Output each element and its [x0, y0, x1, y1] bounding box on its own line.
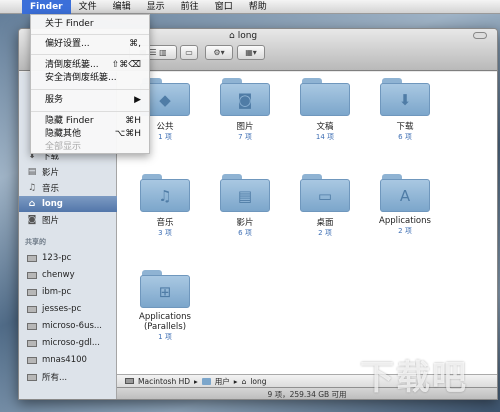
menu-item-preferences[interactable]: 偏好设置... ⌘, — [31, 38, 149, 51]
folder-item[interactable]: ◙ 图片 7 项 — [205, 78, 285, 142]
menu-go[interactable]: 前往 — [173, 0, 207, 14]
camera-icon: ◙ — [27, 215, 37, 225]
path-segment[interactable]: Macintosh HD — [138, 377, 190, 386]
menu-separator — [31, 111, 149, 112]
sidebar-item-shared[interactable]: jesses-pc — [19, 301, 117, 317]
menu-file[interactable]: 文件 — [71, 0, 105, 14]
cover-flow-button[interactable]: ▭ — [180, 45, 198, 60]
menu-separator — [31, 54, 149, 55]
folder-item[interactable]: ▭ 桌面 2 项 — [285, 174, 365, 238]
sidebar-item-shared[interactable]: microso-6us... — [19, 318, 117, 334]
music-icon: ♫ — [27, 183, 37, 193]
folder-item[interactable]: ⊞ Applications (Parallels) 1 项 — [125, 270, 205, 342]
sidebar-item-pictures[interactable]: ◙ 图片 — [19, 212, 117, 228]
toolbar-toggle-button[interactable] — [473, 32, 487, 39]
folder-item[interactable]: ⬇ 下载 6 项 — [365, 78, 445, 142]
sidebar-item-shared-all[interactable]: 所有... — [19, 369, 117, 385]
computer-icon — [27, 271, 37, 279]
menu-item-hide-others[interactable]: 隐藏其他 ⌥⌘H — [31, 128, 149, 141]
chevron-right-icon: ▸ — [233, 376, 238, 386]
menu-separator — [31, 34, 149, 35]
document-icon — [300, 83, 350, 116]
menu-view[interactable]: 显示 — [139, 0, 173, 14]
menu-item-empty-trash[interactable]: 清倒废纸篓... ⇧⌘⌫ — [31, 59, 149, 72]
computer-icon — [27, 288, 37, 296]
camera-icon: ◙ — [220, 83, 270, 116]
app-icon: A — [380, 179, 430, 212]
computer-icon — [27, 356, 37, 364]
menu-item-about-finder[interactable]: 关于 Finder — [31, 18, 149, 31]
film-icon: ▤ — [27, 167, 37, 177]
home-icon: ⌂ — [229, 31, 235, 41]
gear-icon: ⚙▾ — [213, 48, 225, 57]
window-title: ⌂ long — [229, 31, 258, 41]
arrange-icon: ▦▾ — [245, 48, 257, 57]
menu-window[interactable]: 窗口 — [207, 0, 241, 14]
folder-item[interactable]: ♫ 音乐 3 项 — [125, 174, 205, 238]
sidebar-item-home[interactable]: ⌂ long — [19, 196, 117, 212]
computer-icon — [27, 305, 37, 313]
folder-item[interactable]: 文稿 14 项 — [285, 78, 365, 142]
file-browser-content: ◆ 公共 1 项 ◙ 图片 7 项 文稿 14 项 ⬇ 下载 6 项 ♫ 音乐 … — [117, 72, 497, 384]
computer-icon — [27, 322, 37, 330]
sidebar-item-movies[interactable]: ▤ 影片 — [19, 164, 117, 180]
folder-item[interactable]: ▤ 影片 6 项 — [205, 174, 285, 238]
music-icon: ♫ — [140, 179, 190, 212]
folder-item[interactable]: A Applications 2 项 — [365, 174, 445, 236]
sidebar-item-music[interactable]: ♫ 音乐 — [19, 180, 117, 196]
cover-flow-icon: ▭ — [185, 48, 193, 57]
home-icon: ⌂ — [241, 376, 247, 386]
windows-icon: ⊞ — [140, 275, 190, 308]
menu-bar: Finder 文件 编辑 显示 前往 窗口 帮助 — [0, 0, 500, 14]
column-view-icon[interactable]: ▥ — [159, 48, 167, 57]
finder-menu-dropdown: 关于 Finder 偏好设置... ⌘, 清倒废纸篓... ⇧⌘⌫ 安全清倒废纸篓.… — [30, 14, 150, 154]
home-icon: ⌂ — [28, 199, 36, 209]
menu-separator — [31, 89, 149, 90]
computer-icon — [27, 373, 37, 381]
menu-item-secure-empty-trash[interactable]: 安全清倒废纸篓... — [31, 72, 149, 85]
computer-icon — [27, 254, 37, 262]
download-icon: ⬇ — [380, 83, 430, 116]
menu-item-services[interactable]: 服务 ▶ — [31, 94, 149, 107]
list-view-icon[interactable]: ☰ — [149, 48, 156, 57]
menu-item-show-all: 全部显示 — [45, 142, 82, 152]
menu-item-hide-finder[interactable]: 隐藏 Finder ⌘H — [31, 115, 149, 128]
folder-grid: ◆ 公共 1 项 ◙ 图片 7 项 文稿 14 项 ⬇ 下载 6 项 ♫ 音乐 … — [117, 72, 497, 384]
path-segment[interactable]: long — [250, 377, 266, 386]
computer-icon — [27, 339, 37, 347]
sidebar-item-shared[interactable]: microso-gdl... — [19, 335, 117, 351]
film-icon: ▤ — [220, 179, 270, 212]
menu-help[interactable]: 帮助 — [241, 0, 275, 14]
menu-finder[interactable]: Finder — [22, 0, 71, 14]
hard-drive-icon — [125, 378, 134, 384]
action-button[interactable]: ⚙▾ — [205, 45, 233, 60]
desktop-icon: ▭ — [300, 179, 350, 212]
sidebar-shared-header: 共享的 — [25, 238, 46, 246]
sidebar-item-shared[interactable]: ibm-pc — [19, 284, 117, 300]
arrange-button[interactable]: ▦▾ — [237, 45, 265, 60]
menu-edit[interactable]: 编辑 — [105, 0, 139, 14]
sidebar-item-shared[interactable]: chenwy — [19, 267, 117, 283]
chevron-right-icon: ▸ — [194, 376, 198, 386]
watermark-logo: 下载吧 — [360, 358, 468, 398]
path-segment[interactable]: 用户 — [215, 376, 230, 387]
sidebar-item-shared[interactable]: mnas4100 — [19, 352, 117, 368]
sidebar-item-shared[interactable]: 123-pc — [19, 250, 117, 266]
folder-icon — [201, 377, 211, 385]
